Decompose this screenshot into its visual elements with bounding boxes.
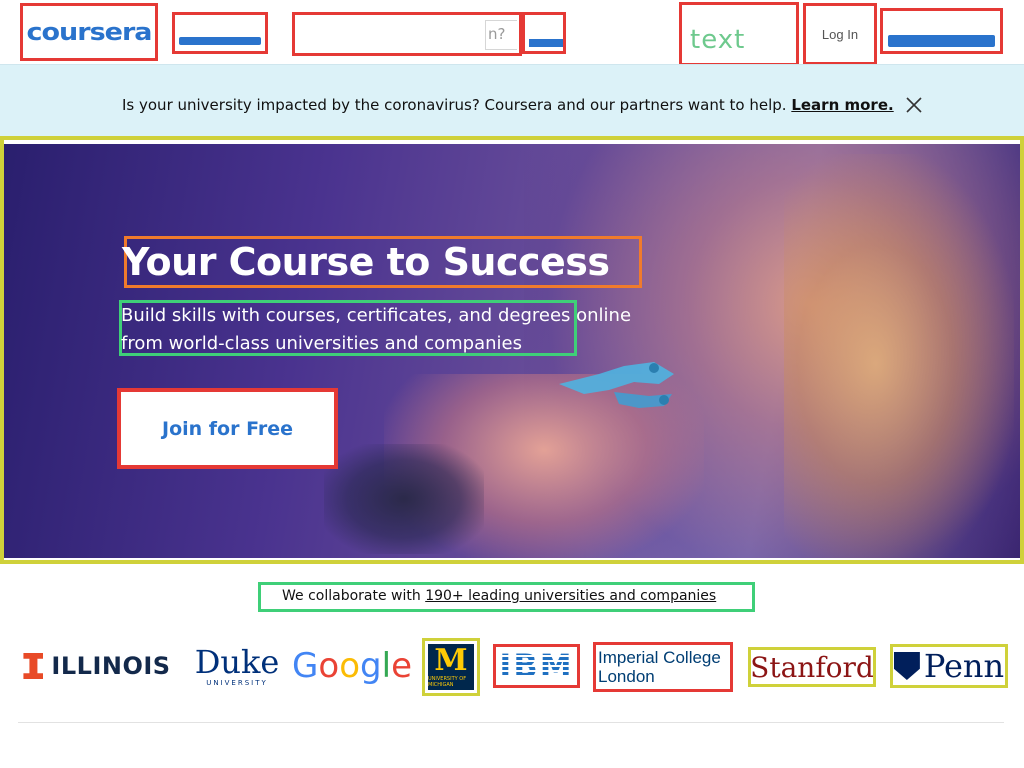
google-letter: g: [360, 646, 382, 686]
illinois-logo[interactable]: ILLINOIS: [20, 646, 174, 686]
google-letter: G: [292, 646, 319, 686]
page: coursera n? text Log In Is your universi…: [0, 0, 1024, 768]
join-top-button-fill: [888, 35, 995, 47]
coursera-logo: coursera: [26, 18, 152, 46]
hero-subheading: Build skills with courses, certificates,…: [121, 305, 632, 354]
close-icon[interactable]: [904, 95, 924, 115]
search-field-wrapper: n?: [292, 12, 522, 56]
penn-logo[interactable]: Penn: [890, 644, 1008, 688]
duke-wordmark: Duke: [194, 643, 280, 681]
explore-button[interactable]: [172, 12, 268, 54]
partners-link[interactable]: 190+ leading universities and companies: [425, 588, 716, 604]
google-letter: l: [381, 646, 392, 686]
duke-subtitle: UNIVERSITY: [206, 679, 268, 687]
top-nav: coursera n? text Log In: [0, 0, 1024, 66]
google-logo[interactable]: Google: [292, 644, 412, 688]
hero-image-hair: [784, 154, 1014, 558]
penn-shield-icon: [893, 652, 920, 680]
login-label: Log In: [821, 26, 859, 42]
illinois-i-icon: [23, 653, 44, 679]
google-wordmark: Google: [292, 646, 412, 686]
illinois-wordmark: ILLINOIS: [51, 652, 171, 680]
join-for-free-button[interactable]: Join for Free: [117, 388, 338, 469]
collaborate-intro: We collaborate with: [282, 588, 421, 604]
search-icon: [529, 39, 563, 47]
stanford-logo[interactable]: Stanford: [748, 647, 876, 687]
search-button[interactable]: [522, 12, 566, 54]
explore-button-fill: [179, 37, 261, 45]
coursera-logo-link[interactable]: coursera: [20, 3, 158, 61]
michigan-subtitle: UNIVERSITY OF MICHIGAN: [428, 676, 467, 688]
penn-wordmark: Penn: [923, 647, 1005, 685]
alert-banner: Is your university impacted by the coron…: [0, 64, 1024, 136]
hero-image-robot: [324, 444, 484, 554]
duke-logo[interactable]: Duke UNIVERSITY: [192, 644, 282, 688]
for-universities-label: text: [690, 25, 746, 55]
banner-message-text: Is your university impacted by the coron…: [122, 96, 787, 114]
ibm-logo-button[interactable]: IBM: [493, 644, 580, 688]
michigan-m: M: [434, 643, 468, 678]
for-universities-link[interactable]: text: [679, 2, 799, 66]
learn-more-link[interactable]: Learn more.: [791, 96, 893, 114]
hero-heading: Your Course to Success: [122, 240, 610, 284]
imperial-line-1: Imperial College: [598, 648, 721, 667]
search-input[interactable]: n?: [485, 20, 517, 50]
google-letter: e: [391, 646, 412, 686]
michigan-logo[interactable]: M UNIVERSITY OF MICHIGAN: [422, 638, 480, 696]
login-button[interactable]: Log In: [803, 3, 877, 65]
collaborate-text: We collaborate with 190+ leading univers…: [282, 588, 716, 604]
google-letter: o: [318, 646, 340, 686]
imperial-line-2: London: [598, 667, 655, 686]
google-letter: o: [339, 646, 361, 686]
ibm-wordmark: IBM: [499, 647, 574, 685]
imperial-college-logo-button[interactable]: Imperial College London: [593, 642, 733, 692]
stanford-wordmark: Stanford: [750, 650, 874, 684]
michigan-badge: M UNIVERSITY OF MICHIGAN: [428, 644, 474, 690]
banner-message: Is your university impacted by the coron…: [122, 96, 894, 114]
robot-claw-icon: [559, 362, 674, 408]
section-divider: [18, 722, 1004, 723]
join-for-free-top-button[interactable]: [880, 8, 1003, 54]
